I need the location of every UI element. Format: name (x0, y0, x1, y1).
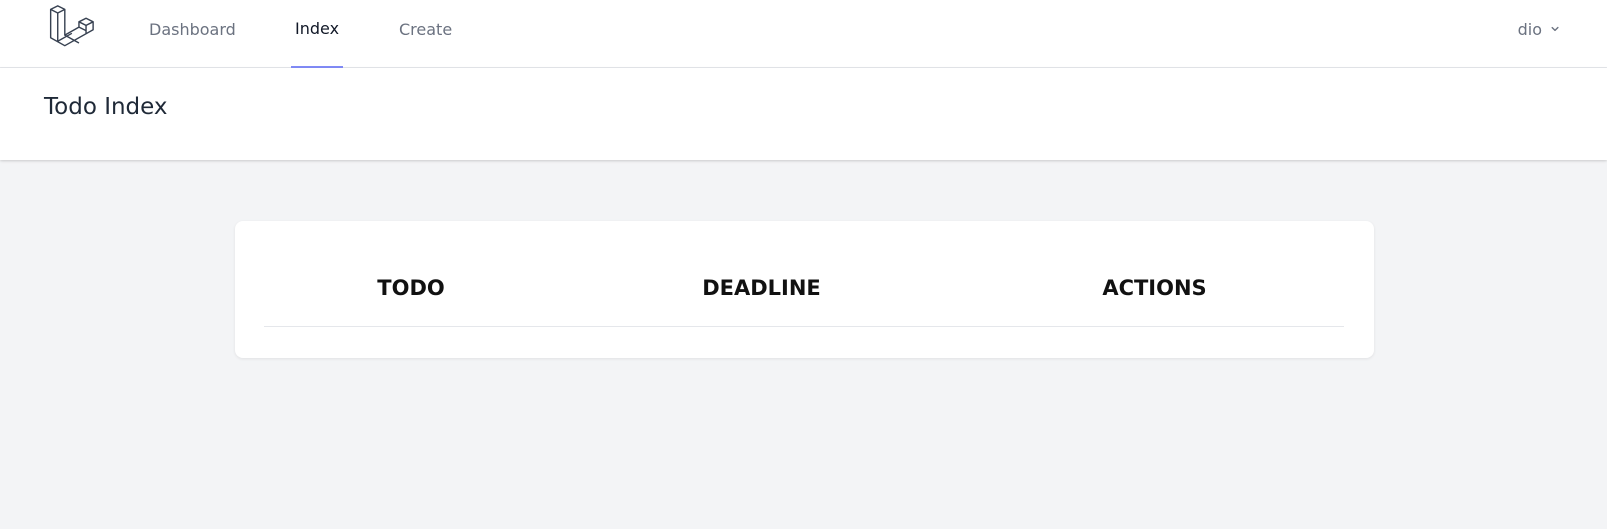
nav-link-dashboard[interactable]: Dashboard (149, 0, 236, 68)
chevron-down-icon (1551, 26, 1559, 32)
todo-table-card: TODO DEADLINE ACTIONS (235, 221, 1374, 358)
todo-table: TODO DEADLINE ACTIONS (264, 249, 1344, 327)
column-header-actions: ACTIONS (965, 249, 1344, 327)
column-header-deadline: DEADLINE (558, 249, 965, 327)
page-header: Todo Index (0, 68, 1607, 160)
laravel-logo-icon[interactable] (48, 5, 94, 51)
user-name: dio (1517, 19, 1542, 39)
table-header-row: TODO DEADLINE ACTIONS (264, 249, 1344, 327)
page-title: Todo Index (44, 94, 168, 120)
user-menu-dropdown[interactable]: dio (1518, 0, 1562, 58)
top-navigation: Dashboard Index Create dio (0, 0, 1607, 68)
nav-link-create[interactable]: Create (399, 0, 452, 68)
nav-link-index[interactable]: Index (291, 0, 344, 68)
column-header-todo: TODO (264, 249, 558, 327)
